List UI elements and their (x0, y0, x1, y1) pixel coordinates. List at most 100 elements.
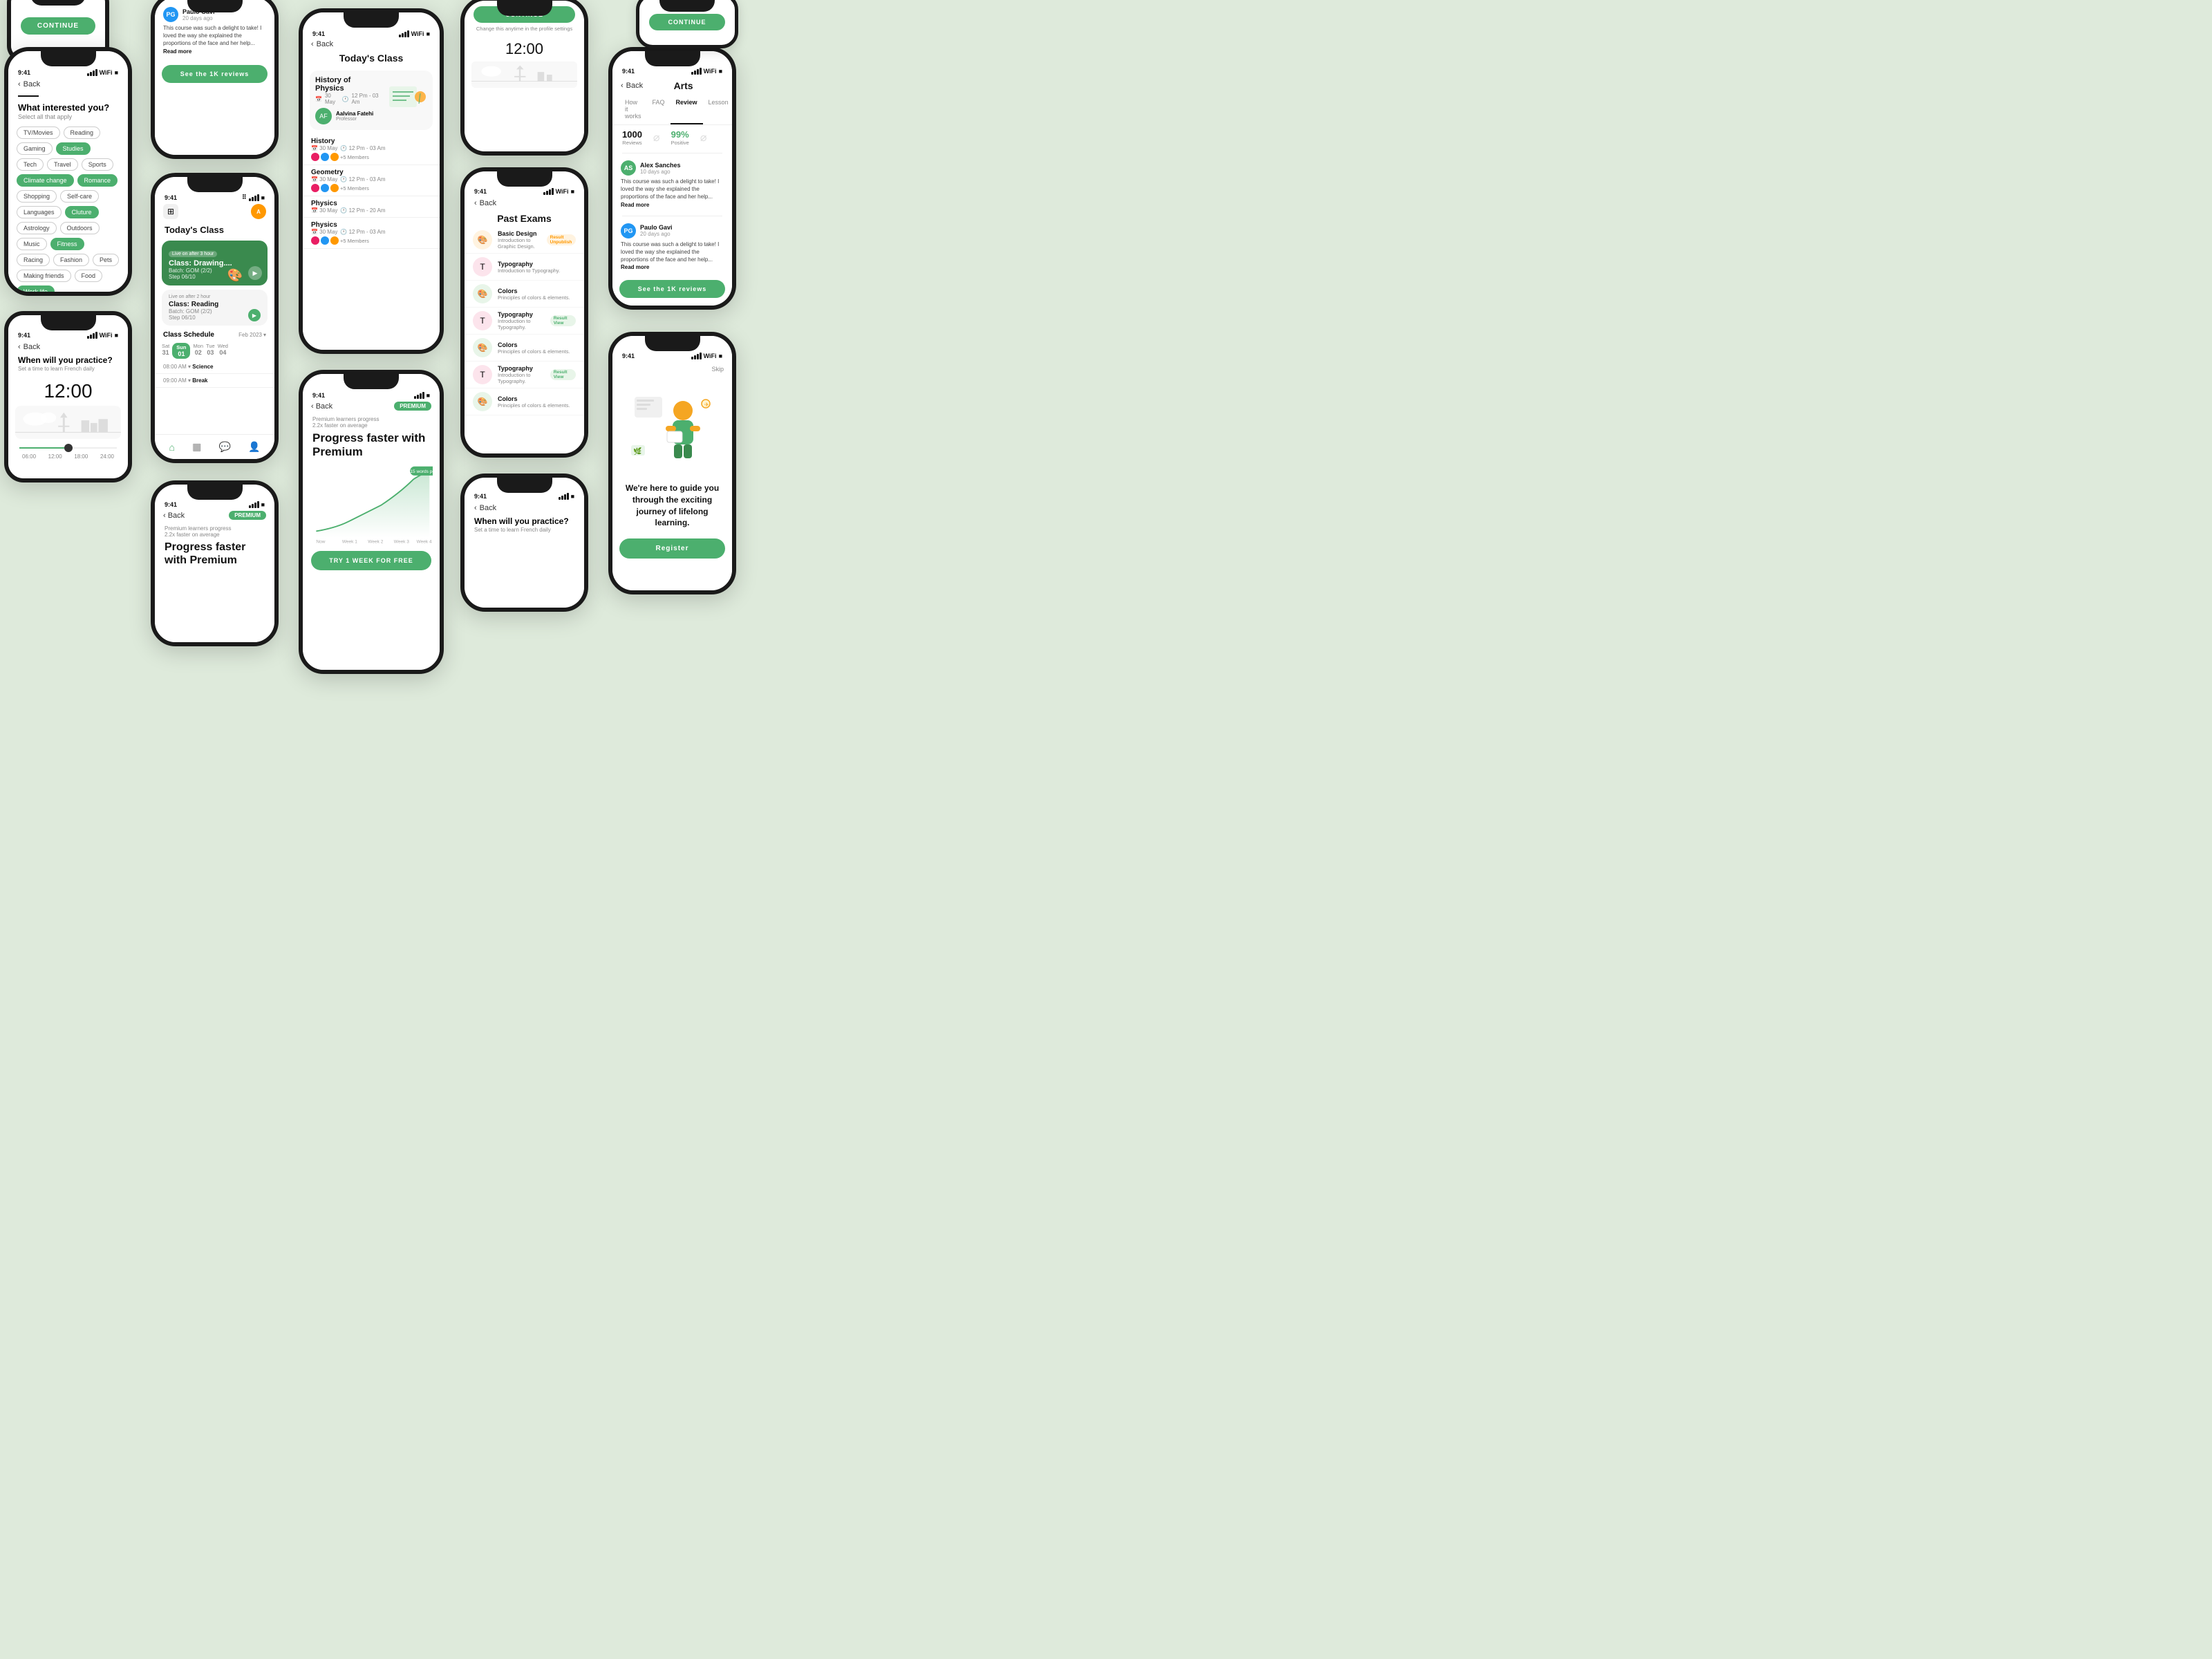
tag-tech[interactable]: Tech (17, 158, 44, 171)
schedule-title: Class Schedule (163, 331, 214, 339)
tag-music[interactable]: Music (17, 238, 47, 250)
tag-shopping[interactable]: Shopping (17, 190, 57, 203)
schedule-list: History 📅 30 May🕐 12 Pm - 03 Am +5 Membe… (303, 134, 440, 249)
status-bar: 9:41 WiFi■ (303, 29, 440, 39)
read-more-2[interactable]: Read more (621, 264, 649, 270)
reviewer-date-1: 10 days ago (640, 169, 681, 175)
tag-selfcare[interactable]: Self-care (60, 190, 99, 203)
tab-lesson[interactable]: Lesson (703, 95, 732, 124)
tag-languages[interactable]: Languages (17, 206, 62, 218)
register-button[interactable]: Register (619, 538, 724, 559)
try-premium-button[interactable]: TRY 1 WEEK FOR FREE (311, 551, 431, 570)
tag-astrology[interactable]: Astrology (17, 222, 57, 234)
day-wed[interactable]: Wed04 (218, 343, 228, 359)
nav-calendar[interactable]: ▦ (192, 441, 201, 453)
continue-button-top[interactable]: CONTINUE (21, 17, 96, 35)
page-title: Past Exams (465, 210, 584, 227)
schedule-physics-2: Physics 📅 30 May🕐 12 Pm - 03 Am +5 Membe… (303, 218, 440, 249)
tab-review[interactable]: Review (671, 95, 703, 124)
tag-sports[interactable]: Sports (82, 158, 113, 171)
back-button[interactable]: ‹ Back (163, 512, 185, 520)
day-mon[interactable]: Mon02 (193, 343, 203, 359)
tag-worklife[interactable]: Work life (17, 285, 55, 292)
tag-gaming[interactable]: Gaming (17, 142, 53, 155)
tag-friends[interactable]: Making friends (17, 270, 71, 282)
page-title: Today's Class (303, 50, 440, 66)
phone-time-top: CONTINUE Change this anytime in the prof… (460, 0, 588, 156)
phone-arts-reviews: 9:41 WiFi■ ‹ Back Arts How it works FAQ … (608, 47, 736, 310)
see-reviews-button[interactable]: See the 1K reviews (619, 280, 724, 298)
time-display: 12:00 (8, 375, 128, 405)
exam-icon: 🎨 (473, 230, 492, 250)
back-button[interactable]: ‹ Back (311, 402, 332, 411)
professor-avatar: AF (315, 108, 332, 124)
tag-climate[interactable]: Climate change (17, 174, 74, 187)
back-button[interactable]: ‹ Back (621, 82, 643, 90)
premium-sub: 2.2x faster on average (312, 422, 430, 429)
class-batch-2: Batch: GOM (2/2) (169, 308, 261, 315)
stats-row: 1000 Reviews ⌀ 99% Positive ⌀ (612, 125, 732, 150)
tag-food[interactable]: Food (75, 270, 103, 282)
exam-colors-2: 🎨 Colors Principles of colors & elements… (465, 335, 584, 362)
class-detail-name: History of Physics (315, 76, 380, 93)
day-tue[interactable]: Tue03 (206, 343, 215, 359)
practice-subtitle: Set a time to learn French daily (465, 527, 584, 536)
play-button[interactable]: ▶ (248, 266, 262, 280)
status-bar: 9:41 ■ (155, 500, 274, 509)
tag-tvmovies[interactable]: TV/Movies (17, 126, 60, 139)
nav-chat[interactable]: 💬 (218, 441, 230, 453)
tag-travel[interactable]: Travel (47, 158, 78, 171)
tag-fashion[interactable]: Fashion (53, 254, 89, 266)
tag-fitness[interactable]: Fitness (50, 238, 84, 250)
back-button[interactable]: ‹ Back (465, 196, 584, 210)
day-sat[interactable]: Sat31 (162, 343, 169, 359)
tag-pets[interactable]: Pets (93, 254, 119, 266)
day-sun[interactable]: Sun01 (172, 343, 190, 359)
tag-studies[interactable]: Studies (56, 142, 91, 155)
phone-interests: 9:41 WiFi■ ‹Back What interested you? Se… (4, 47, 132, 296)
tab-howworks[interactable]: How it works (619, 95, 647, 124)
read-more-link[interactable]: Read more (163, 48, 191, 55)
sky-illustration-top (471, 61, 577, 88)
play-button-2[interactable]: ▶ (248, 309, 261, 321)
back-button[interactable]: ‹Back (8, 340, 128, 354)
class-illustration (386, 79, 427, 121)
class-card-1: Live on after 3 hour Class: Drawing.... … (162, 241, 268, 285)
status-bar: 9:41 WiFi■ (8, 330, 128, 340)
svg-text:Week 4: Week 4 (417, 539, 432, 544)
see-reviews-button[interactable]: See the 1K reviews (162, 65, 267, 83)
tag-romance[interactable]: Romance (77, 174, 118, 187)
nav-profile[interactable]: 👤 (248, 441, 260, 453)
reviewer-name-1: Alex Sanches (640, 162, 681, 169)
back-button[interactable]: ‹ Back (465, 501, 584, 515)
nav-home[interactable]: ⌂ (169, 442, 175, 453)
status-bar: 9:41 ■ (303, 391, 440, 400)
review-text-2: This course was such a delight to take! … (621, 241, 724, 272)
svg-text:Week 2: Week 2 (368, 539, 383, 544)
svg-text:Week 3: Week 3 (394, 539, 409, 544)
section-title: Today's Class (155, 221, 274, 236)
reviewer-date: 20 days ago (182, 15, 215, 21)
phone-todays-class: 9:41 ⠿ ■ ⊞ A Today's Class Live on after… (151, 173, 279, 463)
time-slider[interactable]: 06:00 12:00 18:00 24:00 (8, 440, 128, 462)
class-card-2: Live on after 2 hour Class: Reading Batc… (162, 290, 268, 326)
phone-guide-register: 9:41 WiFi■ Skip (608, 332, 736, 594)
back-button[interactable]: ‹Back (8, 77, 128, 91)
tag-racing[interactable]: Racing (17, 254, 50, 266)
continue-button[interactable]: CONTINUE (474, 6, 575, 23)
exam-basic-design: 🎨 Basic Design Introduction to Graphic D… (465, 227, 584, 254)
back-button[interactable]: ‹ Back (311, 40, 333, 48)
read-more-1[interactable]: Read more (621, 202, 649, 208)
premium-progress-text: Premium learners progress (165, 525, 265, 532)
reviewer-name: Paulo Gavi (182, 8, 215, 15)
skip-button[interactable]: Skip (711, 366, 724, 373)
live-badge-2: Live on after 2 hour (169, 294, 261, 299)
tag-cluture[interactable]: Cluture (65, 206, 99, 218)
avatar-1: AS (621, 160, 636, 176)
continue-button-tr[interactable]: CONTINUE (649, 14, 725, 30)
svg-text:🌿: 🌿 (633, 447, 641, 456)
tag-outdoors[interactable]: Outdoors (60, 222, 100, 234)
tag-reading[interactable]: Reading (64, 126, 101, 139)
tab-faq[interactable]: FAQ (647, 95, 671, 124)
premium-title: Progress faster with Premium (312, 431, 430, 460)
